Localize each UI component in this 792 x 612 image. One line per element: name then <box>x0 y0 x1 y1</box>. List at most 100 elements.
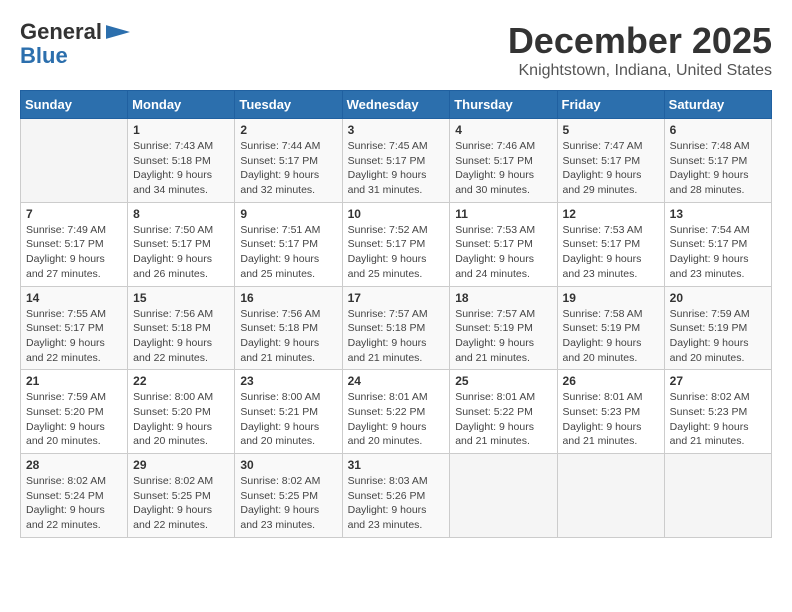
calendar-cell: 18 Sunrise: 7:57 AM Sunset: 5:19 PM Dayli… <box>450 286 557 370</box>
calendar-cell <box>450 454 557 538</box>
calendar-cell: 1 Sunrise: 7:43 AM Sunset: 5:18 PM Daylig… <box>128 119 235 203</box>
calendar-cell: 24 Sunrise: 8:01 AM Sunset: 5:22 PM Dayli… <box>342 370 450 454</box>
weekday-header: Sunday <box>21 91 128 119</box>
day-number: 21 <box>26 374 122 388</box>
day-info: Sunrise: 7:57 AM Sunset: 5:18 PM Dayligh… <box>348 307 445 366</box>
day-info: Sunrise: 8:00 AM Sunset: 5:20 PM Dayligh… <box>133 390 229 449</box>
calendar-cell: 17Sunrise: 7:57 AM Sunset: 5:18 PM Dayli… <box>342 286 450 370</box>
day-info: Sunrise: 8:02 AM Sunset: 5:25 PM Dayligh… <box>240 474 336 533</box>
calendar-cell: 13 Sunrise: 7:54 AM Sunset: 5:17 PM Dayli… <box>664 202 771 286</box>
calendar-cell: 6 Sunrise: 7:48 AM Sunset: 5:17 PM Daylig… <box>664 119 771 203</box>
calendar-table: SundayMondayTuesdayWednesdayThursdayFrid… <box>20 90 772 538</box>
day-info: Sunrise: 7:51 AM Sunset: 5:17 PM Dayligh… <box>240 223 336 282</box>
calendar-cell: 19 Sunrise: 7:58 AM Sunset: 5:19 PM Dayli… <box>557 286 664 370</box>
day-info: Sunrise: 7:58 AM Sunset: 5:19 PM Dayligh… <box>563 307 659 366</box>
day-info: Sunrise: 7:53 AM Sunset: 5:17 PM Dayligh… <box>455 223 551 282</box>
calendar-cell: 3Sunrise: 7:45 AM Sunset: 5:17 PM Daylig… <box>342 119 450 203</box>
calendar-cell: 5 Sunrise: 7:47 AM Sunset: 5:17 PM Daylig… <box>557 119 664 203</box>
calendar-cell <box>557 454 664 538</box>
day-info: Sunrise: 8:01 AM Sunset: 5:23 PM Dayligh… <box>563 390 659 449</box>
calendar-cell: 31Sunrise: 8:03 AM Sunset: 5:26 PM Dayli… <box>342 454 450 538</box>
day-number: 26 <box>563 374 659 388</box>
calendar-cell <box>664 454 771 538</box>
day-info: Sunrise: 8:02 AM Sunset: 5:24 PM Dayligh… <box>26 474 122 533</box>
day-number: 30 <box>240 458 336 472</box>
day-number: 23 <box>240 374 336 388</box>
day-number: 3 <box>348 123 445 137</box>
calendar-cell: 9 Sunrise: 7:51 AM Sunset: 5:17 PM Daylig… <box>235 202 342 286</box>
calendar-cell: 27 Sunrise: 8:02 AM Sunset: 5:23 PM Dayli… <box>664 370 771 454</box>
calendar-cell: 26 Sunrise: 8:01 AM Sunset: 5:23 PM Dayli… <box>557 370 664 454</box>
day-number: 2 <box>240 123 336 137</box>
title-area: December 2025 Knightstown, Indiana, Unit… <box>508 20 772 80</box>
weekday-header: Monday <box>128 91 235 119</box>
calendar-cell: 2 Sunrise: 7:44 AM Sunset: 5:17 PM Daylig… <box>235 119 342 203</box>
calendar-cell: 20Sunrise: 7:59 AM Sunset: 5:19 PM Dayli… <box>664 286 771 370</box>
day-info: Sunrise: 8:02 AM Sunset: 5:25 PM Dayligh… <box>133 474 229 533</box>
calendar-cell: 14 Sunrise: 7:55 AM Sunset: 5:17 PM Dayli… <box>21 286 128 370</box>
day-number: 1 <box>133 123 229 137</box>
day-number: 8 <box>133 207 229 221</box>
day-number: 31 <box>348 458 445 472</box>
day-info: Sunrise: 8:01 AM Sunset: 5:22 PM Dayligh… <box>455 390 551 449</box>
day-number: 29 <box>133 458 229 472</box>
day-info: Sunrise: 7:47 AM Sunset: 5:17 PM Dayligh… <box>563 139 659 198</box>
day-number: 10 <box>348 207 445 221</box>
day-info: Sunrise: 7:57 AM Sunset: 5:19 PM Dayligh… <box>455 307 551 366</box>
day-info: Sunrise: 7:56 AM Sunset: 5:18 PM Dayligh… <box>133 307 229 366</box>
day-number: 9 <box>240 207 336 221</box>
day-number: 19 <box>563 291 659 305</box>
calendar-cell: 30 Sunrise: 8:02 AM Sunset: 5:25 PM Dayli… <box>235 454 342 538</box>
day-number: 27 <box>670 374 766 388</box>
logo-text2: Blue <box>20 44 68 68</box>
day-number: 25 <box>455 374 551 388</box>
day-info: Sunrise: 7:48 AM Sunset: 5:17 PM Dayligh… <box>670 139 766 198</box>
calendar-cell: 11 Sunrise: 7:53 AM Sunset: 5:17 PM Dayli… <box>450 202 557 286</box>
day-number: 16 <box>240 291 336 305</box>
logo-text: General <box>20 20 102 44</box>
calendar-cell: 29 Sunrise: 8:02 AM Sunset: 5:25 PM Dayli… <box>128 454 235 538</box>
day-info: Sunrise: 7:49 AM Sunset: 5:17 PM Dayligh… <box>26 223 122 282</box>
day-info: Sunrise: 7:56 AM Sunset: 5:18 PM Dayligh… <box>240 307 336 366</box>
day-info: Sunrise: 7:44 AM Sunset: 5:17 PM Dayligh… <box>240 139 336 198</box>
day-number: 14 <box>26 291 122 305</box>
calendar-cell: 15 Sunrise: 7:56 AM Sunset: 5:18 PM Dayli… <box>128 286 235 370</box>
day-info: Sunrise: 7:46 AM Sunset: 5:17 PM Dayligh… <box>455 139 551 198</box>
day-number: 4 <box>455 123 551 137</box>
month-title: December 2025 <box>508 20 772 62</box>
day-info: Sunrise: 7:53 AM Sunset: 5:17 PM Dayligh… <box>563 223 659 282</box>
day-number: 12 <box>563 207 659 221</box>
calendar-cell: 4 Sunrise: 7:46 AM Sunset: 5:17 PM Daylig… <box>450 119 557 203</box>
logo: General Blue <box>20 20 130 68</box>
day-info: Sunrise: 7:50 AM Sunset: 5:17 PM Dayligh… <box>133 223 229 282</box>
day-number: 15 <box>133 291 229 305</box>
calendar-cell: 21 Sunrise: 7:59 AM Sunset: 5:20 PM Dayli… <box>21 370 128 454</box>
weekday-header: Saturday <box>664 91 771 119</box>
day-info: Sunrise: 7:55 AM Sunset: 5:17 PM Dayligh… <box>26 307 122 366</box>
day-number: 18 <box>455 291 551 305</box>
location-title: Knightstown, Indiana, United States <box>508 62 772 80</box>
weekday-header: Tuesday <box>235 91 342 119</box>
calendar-cell: 23 Sunrise: 8:00 AM Sunset: 5:21 PM Dayli… <box>235 370 342 454</box>
calendar-cell: 12 Sunrise: 7:53 AM Sunset: 5:17 PM Dayli… <box>557 202 664 286</box>
calendar-cell: 25 Sunrise: 8:01 AM Sunset: 5:22 PM Dayli… <box>450 370 557 454</box>
day-info: Sunrise: 7:43 AM Sunset: 5:18 PM Dayligh… <box>133 139 229 198</box>
day-number: 13 <box>670 207 766 221</box>
day-info: Sunrise: 8:01 AM Sunset: 5:22 PM Dayligh… <box>348 390 445 449</box>
day-number: 11 <box>455 207 551 221</box>
day-number: 6 <box>670 123 766 137</box>
day-number: 5 <box>563 123 659 137</box>
weekday-header: Wednesday <box>342 91 450 119</box>
day-info: Sunrise: 7:59 AM Sunset: 5:19 PM Dayligh… <box>670 307 766 366</box>
calendar-cell: 16 Sunrise: 7:56 AM Sunset: 5:18 PM Dayli… <box>235 286 342 370</box>
day-info: Sunrise: 8:00 AM Sunset: 5:21 PM Dayligh… <box>240 390 336 449</box>
calendar-cell: 7Sunrise: 7:49 AM Sunset: 5:17 PM Daylig… <box>21 202 128 286</box>
day-info: Sunrise: 7:59 AM Sunset: 5:20 PM Dayligh… <box>26 390 122 449</box>
calendar-cell: 28 Sunrise: 8:02 AM Sunset: 5:24 PM Dayli… <box>21 454 128 538</box>
day-number: 22 <box>133 374 229 388</box>
day-number: 24 <box>348 374 445 388</box>
day-info: Sunrise: 7:54 AM Sunset: 5:17 PM Dayligh… <box>670 223 766 282</box>
day-number: 28 <box>26 458 122 472</box>
calendar-cell: 10Sunrise: 7:52 AM Sunset: 5:17 PM Dayli… <box>342 202 450 286</box>
day-info: Sunrise: 8:02 AM Sunset: 5:23 PM Dayligh… <box>670 390 766 449</box>
